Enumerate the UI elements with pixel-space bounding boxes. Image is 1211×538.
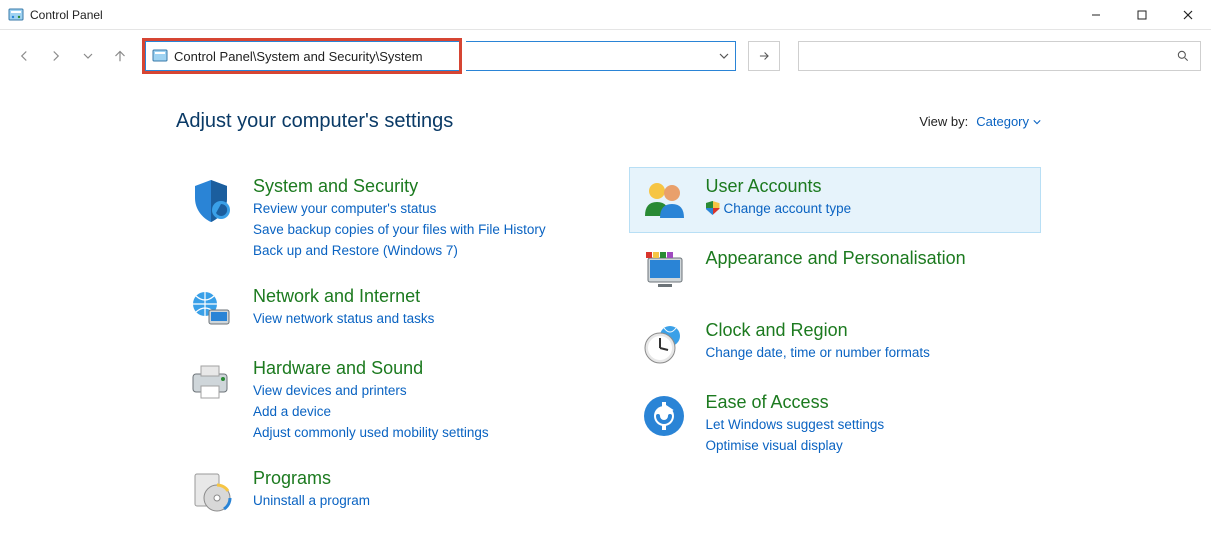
category-link[interactable]: Back up and Restore (Windows 7): [253, 241, 578, 262]
category-link[interactable]: Change date, time or number formats: [706, 343, 1031, 364]
recent-dropdown[interactable]: [74, 42, 102, 70]
search-icon: [1176, 49, 1190, 63]
category-link[interactable]: Let Windows suggest settings: [706, 415, 1031, 436]
category-link[interactable]: Optimise visual display: [706, 436, 1031, 457]
category-link[interactable]: View network status and tasks: [253, 309, 578, 330]
category-title[interactable]: Clock and Region: [706, 320, 1031, 341]
category-link[interactable]: Review your computer's status: [253, 199, 578, 220]
category-programs: Programs Uninstall a program: [176, 459, 589, 525]
category-title[interactable]: Appearance and Personalisation: [706, 248, 1031, 269]
category-link[interactable]: Add a device: [253, 402, 578, 423]
address-path: Control Panel\System and Security\System: [174, 49, 423, 64]
view-by-label: View by:: [919, 114, 968, 129]
address-icon: [152, 48, 168, 64]
users-icon: [640, 176, 688, 224]
category-hardware-sound: Hardware and Sound View devices and prin…: [176, 349, 589, 453]
category-ease-of-access: Ease of Access Let Windows suggest setti…: [629, 383, 1042, 466]
nav-row: Control Panel\System and Security\System: [0, 30, 1211, 82]
globe-network-icon: [187, 286, 235, 334]
category-user-accounts: User Accounts Change account type: [629, 167, 1042, 233]
category-title[interactable]: User Accounts: [706, 176, 1031, 197]
control-panel-icon: [8, 7, 24, 23]
chevron-down-icon: [719, 51, 729, 61]
close-button[interactable]: [1165, 0, 1211, 30]
up-button[interactable]: [106, 42, 134, 70]
chevron-down-icon: [1033, 118, 1041, 126]
address-bar-highlight: Control Panel\System and Security\System: [142, 38, 462, 74]
forward-button[interactable]: [42, 42, 70, 70]
view-by: View by: Category: [919, 114, 1041, 129]
category-clock-region: Clock and Region Change date, time or nu…: [629, 311, 1042, 377]
address-bar-overflow[interactable]: [466, 41, 736, 71]
content: Adjust your computer's settings View by:…: [0, 82, 1211, 525]
ease-of-access-icon: [640, 392, 688, 440]
titlebar: Control Panel: [0, 0, 1211, 30]
category-title[interactable]: Network and Internet: [253, 286, 578, 307]
address-bar[interactable]: Control Panel\System and Security\System: [145, 41, 459, 71]
category-link[interactable]: View devices and printers: [253, 381, 578, 402]
view-by-dropdown[interactable]: Category: [976, 114, 1041, 129]
maximize-button[interactable]: [1119, 0, 1165, 30]
category-title[interactable]: Ease of Access: [706, 392, 1031, 413]
category-network-internet: Network and Internet View network status…: [176, 277, 589, 343]
window-title: Control Panel: [30, 8, 103, 22]
categories-right: User Accounts Change account type: [629, 167, 1042, 525]
category-title[interactable]: System and Security: [253, 176, 578, 197]
minimize-button[interactable]: [1073, 0, 1119, 30]
disc-box-icon: [187, 468, 235, 516]
shield-icon: [187, 176, 235, 224]
back-button[interactable]: [10, 42, 38, 70]
category-title[interactable]: Hardware and Sound: [253, 358, 578, 379]
printer-icon: [187, 358, 235, 406]
category-link[interactable]: Uninstall a program: [253, 491, 578, 512]
category-system-security: System and Security Review your computer…: [176, 167, 589, 271]
categories-left: System and Security Review your computer…: [176, 167, 589, 525]
category-title[interactable]: Programs: [253, 468, 578, 489]
category-link[interactable]: Save backup copies of your files with Fi…: [253, 220, 578, 241]
view-by-value: Category: [976, 114, 1029, 129]
category-appearance-personalisation: Appearance and Personalisation: [629, 239, 1042, 305]
category-link[interactable]: Adjust commonly used mobility settings: [253, 423, 578, 444]
search-box[interactable]: [798, 41, 1201, 71]
go-button[interactable]: [748, 41, 780, 71]
monitor-colors-icon: [640, 248, 688, 296]
category-link[interactable]: Change account type: [706, 199, 1031, 220]
clock-globe-icon: [640, 320, 688, 368]
page-heading: Adjust your computer's settings: [176, 110, 453, 133]
